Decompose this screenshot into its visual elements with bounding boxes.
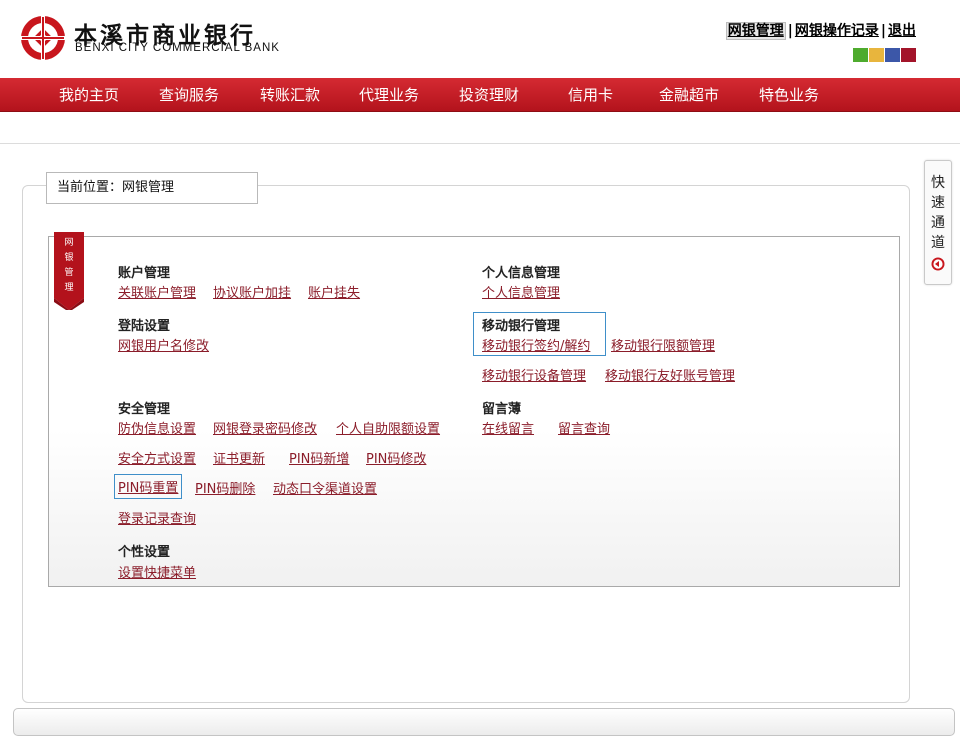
- section-title-mobile: 移动银行管理: [482, 319, 561, 334]
- link-message-query[interactable]: 留言查询: [558, 418, 610, 437]
- section-title-personal-info: 个人信息管理: [482, 266, 561, 281]
- logout-link[interactable]: 退出: [888, 23, 916, 39]
- theme-red-swatch[interactable]: [901, 48, 916, 62]
- link-login-records[interactable]: 登录记录查询: [118, 508, 196, 527]
- ribbon-char: 银: [64, 253, 74, 263]
- section-title-message: 留言薄: [482, 402, 522, 417]
- quick-access-char: 快: [931, 175, 945, 191]
- link-quick-menu[interactable]: 设置快捷菜单: [118, 562, 196, 581]
- ribbon-label: 网 银 管 理: [54, 236, 84, 296]
- arrow-left-circle-icon[interactable]: [931, 257, 945, 271]
- link-agreement-account[interactable]: 协议账户加挂: [213, 282, 291, 301]
- nav-transfer[interactable]: 转账汇款: [260, 78, 320, 112]
- theme-blue-swatch[interactable]: [885, 48, 900, 62]
- nav-home[interactable]: 我的主页: [59, 78, 119, 112]
- separator: |: [880, 23, 886, 39]
- quick-access-char: 通: [931, 215, 945, 231]
- ribbon-char: 网: [64, 238, 74, 248]
- top-links: 网银管理 | 网银操作记录 | 退出: [725, 20, 916, 40]
- link-self-limit[interactable]: 个人自助限额设置: [336, 418, 440, 437]
- link-linked-account[interactable]: 关联账户管理: [118, 282, 196, 301]
- main-nav: 我的主页 查询服务 转账汇款 代理业务 投资理财 信用卡 金融超市 特色业务: [0, 78, 960, 112]
- link-mobile-device[interactable]: 移动银行设备管理: [482, 365, 586, 384]
- section-title-personalize: 个性设置: [118, 545, 171, 560]
- bank-logo[interactable]: 本溪市商业银行 BENXI CITY COMMERCIAL BANK: [0, 0, 298, 78]
- link-pin-modify[interactable]: PIN码修改: [366, 448, 426, 467]
- ribbon-char: 理: [64, 283, 74, 293]
- nav-finance-market[interactable]: 金融超市: [659, 78, 719, 112]
- link-mobile-limit[interactable]: 移动银行限额管理: [611, 335, 715, 354]
- separator: |: [787, 23, 793, 39]
- theme-green-swatch[interactable]: [853, 48, 868, 62]
- section-title-login: 登陆设置: [118, 319, 171, 334]
- link-pin-add[interactable]: PIN码新增: [289, 448, 349, 467]
- operation-records-link[interactable]: 网银操作记录: [795, 23, 879, 39]
- netbank-manage-link[interactable]: 网银管理: [725, 22, 786, 40]
- link-online-message[interactable]: 在线留言: [482, 418, 534, 437]
- bank-name-en: BENXI CITY COMMERCIAL BANK: [75, 42, 280, 54]
- theme-switcher: [853, 48, 917, 62]
- nav-invest[interactable]: 投资理财: [459, 78, 519, 112]
- link-pin-delete[interactable]: PIN码删除: [195, 478, 255, 497]
- section-title-account: 账户管理: [118, 266, 171, 281]
- link-pin-reset[interactable]: PIN码重置: [114, 474, 183, 499]
- link-mobile-signup[interactable]: 移动银行签约/解约: [482, 335, 590, 354]
- nav-query[interactable]: 查询服务: [159, 78, 219, 112]
- sub-nav-bar: [0, 113, 960, 144]
- breadcrumb: 当前位置：网银管理: [46, 172, 258, 204]
- link-login-password[interactable]: 网银登录密码修改: [213, 418, 317, 437]
- bank-logo-icon: [21, 16, 65, 60]
- link-mobile-friend-account[interactable]: 移动银行友好账号管理: [605, 365, 735, 384]
- link-security-method[interactable]: 安全方式设置: [118, 448, 196, 467]
- ribbon-char: 管: [64, 268, 74, 278]
- link-report-loss[interactable]: 账户挂失: [308, 282, 360, 301]
- link-anti-phishing[interactable]: 防伪信息设置: [118, 418, 196, 437]
- theme-yellow-swatch[interactable]: [869, 48, 884, 62]
- quick-access-label: 快 速 通 道: [925, 173, 951, 253]
- section-title-security: 安全管理: [118, 402, 171, 417]
- footer-bar: [13, 708, 955, 736]
- quick-access-char: 速: [931, 195, 945, 211]
- link-cert-update[interactable]: 证书更新: [213, 448, 265, 467]
- header: 本溪市商业银行 BENXI CITY COMMERCIAL BANK 网银管理 |…: [0, 0, 960, 78]
- nav-agency[interactable]: 代理业务: [359, 78, 419, 112]
- link-otp-channel[interactable]: 动态口令渠道设置: [273, 478, 377, 497]
- nav-special[interactable]: 特色业务: [759, 78, 819, 112]
- link-personal-info[interactable]: 个人信息管理: [482, 282, 560, 301]
- quick-access-tab[interactable]: 快 速 通 道: [924, 160, 952, 285]
- nav-credit-card[interactable]: 信用卡: [568, 78, 613, 112]
- link-username-change[interactable]: 网银用户名修改: [118, 335, 209, 354]
- quick-access-char: 道: [931, 235, 945, 251]
